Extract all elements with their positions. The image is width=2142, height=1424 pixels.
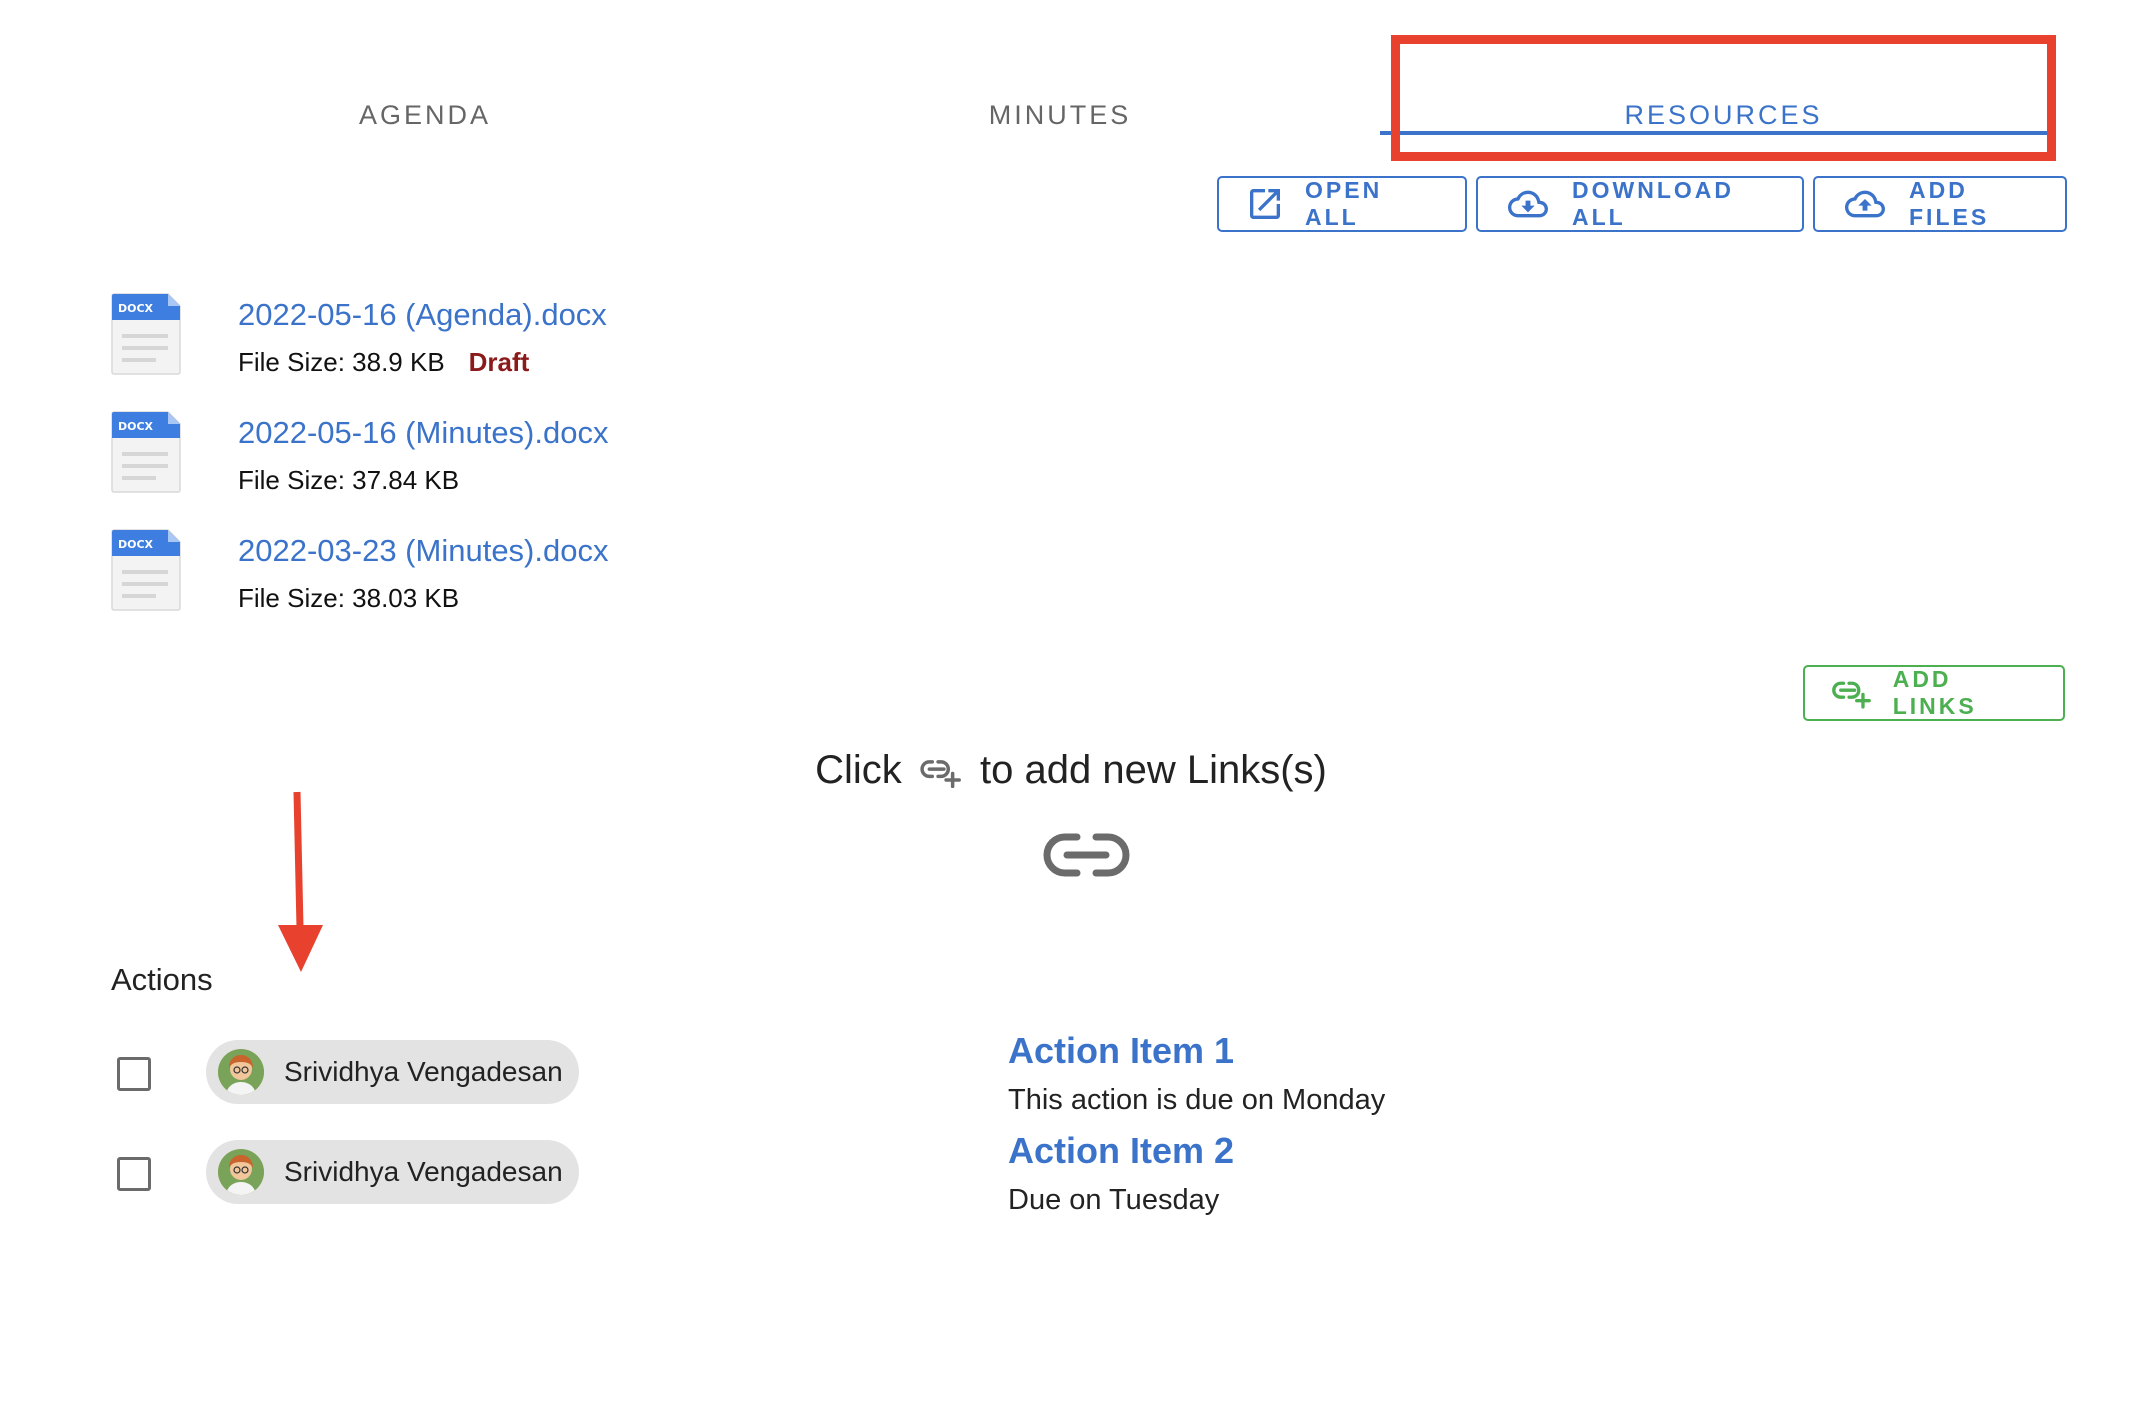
file-size-text: File Size: 38.03 KB [238, 583, 460, 613]
add-links-label: ADD LINKS [1892, 666, 1977, 719]
svg-text:DOCX: DOCX [118, 538, 154, 551]
avatar [218, 1149, 264, 1195]
file-size-text: File Size: 37.84 KB [238, 465, 460, 495]
file-item[interactable]: DOCX 2022-05-16 (Agenda).docx File Size:… [110, 292, 810, 392]
action-item-description: Due on Tuesday [1008, 1184, 1220, 1216]
download-all-label: DOWNLOAD ALL [1572, 177, 1734, 230]
file-item[interactable]: DOCX 2022-05-16 (Minutes).docx File Size… [110, 410, 810, 510]
hint-text-before: Click [815, 748, 902, 792]
add-link-icon [1832, 681, 1871, 709]
docx-file-icon: DOCX [111, 293, 181, 375]
file-name-link[interactable]: 2022-05-16 (Agenda).docx [238, 297, 607, 333]
action-item-description: This action is due on Monday [1008, 1084, 1386, 1116]
file-size: File Size: 38.9 KB Draft [238, 347, 529, 378]
link-icon [1043, 833, 1130, 877]
docx-file-icon: DOCX [111, 411, 181, 493]
action-item-title[interactable]: Action Item 2 [1008, 1130, 1234, 1172]
assignee-name: Srividhya Vengadesan [284, 1056, 563, 1087]
action-checkbox[interactable] [117, 1157, 151, 1191]
open-external-icon [1250, 189, 1280, 219]
hint-text-after: to add new Links(s) [980, 748, 1327, 792]
links-empty-hint: Click to add new Links(s) [0, 748, 2142, 793]
assignee-name: Srividhya Vengadesan [284, 1156, 563, 1187]
avatar-icon [218, 1049, 264, 1095]
open-all-button[interactable]: OPEN ALL [1217, 176, 1467, 232]
docx-file-icon: DOCX [111, 529, 181, 611]
file-name-link[interactable]: 2022-05-16 (Minutes).docx [238, 415, 608, 451]
avatar [218, 1049, 264, 1095]
avatar-icon [218, 1149, 264, 1195]
annotation-arrow-icon [278, 791, 323, 972]
add-links-button[interactable]: ADD LINKS [1803, 665, 2065, 721]
file-size: File Size: 38.03 KB [238, 583, 459, 614]
cloud-download-icon [1508, 190, 1548, 218]
svg-text:DOCX: DOCX [118, 420, 154, 433]
add-files-button[interactable]: ADD FILES [1813, 176, 2067, 232]
tab-minutes[interactable]: MINUTES [745, 55, 1375, 175]
download-all-button[interactable]: DOWNLOAD ALL [1476, 176, 1804, 232]
file-name-link[interactable]: 2022-03-23 (Minutes).docx [238, 533, 608, 569]
assignee-chip[interactable]: Srividhya Vengadesan [206, 1140, 579, 1204]
file-size: File Size: 37.84 KB [238, 465, 459, 496]
annotation-highlight-box [1391, 35, 2056, 161]
svg-text:DOCX: DOCX [118, 302, 154, 315]
add-files-label: ADD FILES [1909, 177, 1990, 230]
tab-agenda[interactable]: AGENDA [110, 55, 740, 175]
file-size-text: File Size: 38.9 KB [238, 347, 445, 377]
add-link-icon [920, 760, 961, 789]
action-item-title[interactable]: Action Item 1 [1008, 1030, 1234, 1072]
open-all-label: OPEN ALL [1305, 177, 1383, 230]
action-checkbox[interactable] [117, 1057, 151, 1091]
assignee-chip[interactable]: Srividhya Vengadesan [206, 1040, 579, 1104]
draft-badge: Draft [468, 347, 530, 377]
cloud-upload-icon [1845, 190, 1885, 218]
file-item[interactable]: DOCX 2022-03-23 (Minutes).docx File Size… [110, 528, 810, 628]
actions-section-title: Actions [111, 962, 213, 997]
